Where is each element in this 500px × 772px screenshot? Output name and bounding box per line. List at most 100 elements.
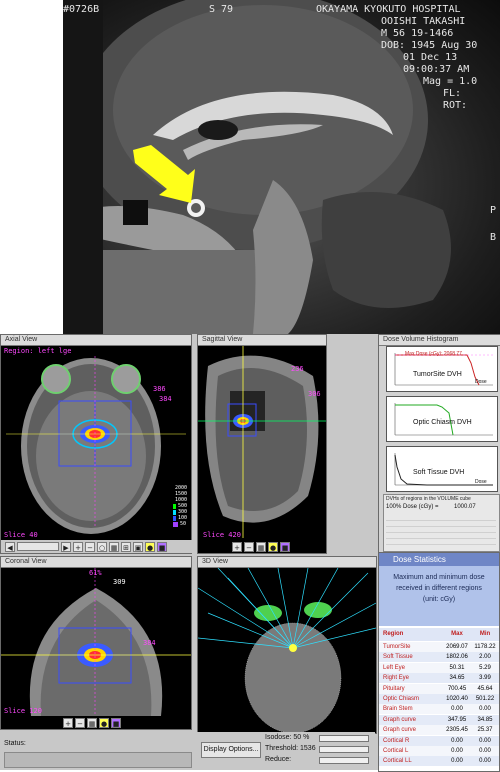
ruler-icon[interactable]: ⊞ xyxy=(121,541,131,552)
table-row: Graph curve 2305.45 25.37 xyxy=(379,725,499,736)
mri-mag: Mag = 1.0 xyxy=(423,76,478,87)
sagittal-view-title: Sagittal View xyxy=(198,335,326,346)
dvh-xlabel: Dose xyxy=(475,479,487,485)
zoom-reset-icon[interactable]: ○ xyxy=(97,541,107,552)
zoom-out-icon[interactable]: − xyxy=(244,541,254,552)
reduce-label: Reduce: xyxy=(265,756,292,763)
table-row: Graph curve 347.95 34.85 xyxy=(379,714,499,725)
square-icon[interactable]: ■ xyxy=(280,541,290,552)
min-cell: 5.29 xyxy=(479,664,491,671)
sagittal-ct-image[interactable] xyxy=(198,346,326,538)
axial-ct-image[interactable] xyxy=(1,346,191,540)
mri-side-b: B xyxy=(490,232,497,243)
mri-id: #0726B xyxy=(63,4,100,15)
zoom-in-icon[interactable]: + xyxy=(232,541,242,552)
axial-num-b: 384 xyxy=(159,395,172,403)
axial-view-pane[interactable]: Axial View Region: left lge 386 384 2000… xyxy=(0,334,195,554)
min-cell: 0.00 xyxy=(479,758,491,765)
slider-right-icon[interactable]: ▶ xyxy=(61,541,71,552)
dvh-panel-title: Dose Volume Histogram xyxy=(379,335,500,346)
region-cell: Left Eye xyxy=(383,664,406,671)
max-cell: 34.65 xyxy=(449,675,465,682)
subtitle-line: Maximum and minimum dose xyxy=(393,574,485,581)
region-cell: Right Eye xyxy=(383,675,410,682)
region-cell: Cortical R xyxy=(383,737,410,744)
dose-statistics-title: Dose Statistics xyxy=(379,553,499,566)
max-cell: 1020.40 xyxy=(446,696,468,702)
table-row: Left Eye 50.31 5.29 xyxy=(379,662,499,673)
dvh-summary-dose: 100% Dose (cGy) = xyxy=(386,504,439,510)
isodose-slider[interactable] xyxy=(319,735,369,742)
3d-view-pane[interactable]: 3D View xyxy=(197,556,377,734)
grid-icon[interactable]: ▦ xyxy=(256,541,266,552)
dose-statistics-subtitle: Maximum and minimum dose received in dif… xyxy=(379,566,499,626)
axial-region-label: Region: left lge xyxy=(4,347,72,355)
slider-left-icon[interactable]: ◀ xyxy=(5,541,15,552)
square-icon[interactable]: ■ xyxy=(111,717,121,728)
min-cell: 0.00 xyxy=(479,706,491,713)
threshold-label: Threshold: 1536 xyxy=(265,745,316,752)
coronal-side-num: 384 xyxy=(143,639,156,647)
mri-dob: DOB: 1945 Aug 30 xyxy=(381,40,478,51)
region-cell: Graph curve xyxy=(383,716,417,723)
min-cell: 1178.22 xyxy=(474,644,496,650)
table-row: Cortical R 0.00 0.00 xyxy=(379,735,499,746)
sagittal-view-pane[interactable]: Sagittal View 236 306 Slice 420 + − ▦ ● … xyxy=(197,334,327,554)
circle-icon[interactable]: ● xyxy=(145,541,155,552)
reduce-slider[interactable] xyxy=(319,757,369,764)
region-cell: Graph curve xyxy=(383,727,417,734)
status-field xyxy=(4,752,192,768)
dvh-summary-value: 1000.07 xyxy=(454,504,476,510)
axial-view-title: Axial View xyxy=(1,335,191,346)
zoom-out-icon[interactable]: − xyxy=(75,717,85,728)
min-cell: 25.37 xyxy=(477,727,493,734)
dose-statistics-panel: Dose Statistics Maximum and minimum dose… xyxy=(378,552,500,772)
max-cell: 347.95 xyxy=(447,716,467,723)
min-cell: 45.64 xyxy=(477,685,493,692)
grid-icon[interactable]: ▦ xyxy=(109,541,119,552)
coronal-ct-image[interactable] xyxy=(1,568,191,716)
mri-patient-info: M 56 19-1466 xyxy=(381,28,454,39)
circle-icon[interactable]: ● xyxy=(268,541,278,552)
square-icon[interactable]: ■ xyxy=(157,541,167,552)
coronal-toolbar: + − ▦ ● ■ xyxy=(59,716,143,729)
status-label: Status: xyxy=(4,740,26,747)
sagittal-bottom-label: Slice 420 xyxy=(203,531,241,539)
mri-rot: ROT: xyxy=(443,100,468,111)
dvh-chart-tumorsite: TumorSite DVH Max Dose (cGy): 2068.77 Do… xyxy=(386,346,498,392)
coronal-view-pane[interactable]: Coronal View 61% 309 384 Slice 120 + − ▦… xyxy=(0,556,192,730)
coronal-small-num: 309 xyxy=(113,578,126,586)
mri-hospital: OKAYAMA KYOKUTO HOSPITAL xyxy=(316,4,461,15)
mri-side-p: P xyxy=(490,205,497,216)
table-row: Soft Tissue 1802.06 2.00 xyxy=(379,652,499,663)
sagittal-num-a: 236 xyxy=(291,365,304,373)
region-cell: Pituitary xyxy=(383,685,405,692)
axial-toolbar: ◀ ▶ + − ○ ▦ ⊞ ▣ ● ■ xyxy=(1,540,195,553)
zoom-in-icon[interactable]: + xyxy=(73,541,83,552)
grid-icon[interactable]: ▦ xyxy=(87,717,97,728)
subtitle-line: (unit: cGy) xyxy=(422,596,456,603)
circle-icon[interactable]: ● xyxy=(99,717,109,728)
table-row: Pituitary 700.45 45.64 xyxy=(379,683,499,694)
max-cell: 1802.06 xyxy=(446,654,468,661)
zoom-out-icon[interactable]: − xyxy=(85,541,95,552)
max-cell: 2069.07 xyxy=(446,644,468,650)
coronal-slice-label: Slice 120 xyxy=(4,707,42,715)
table-row: Right Eye 34.65 3.99 xyxy=(379,673,499,684)
max-cell: 700.45 xyxy=(447,685,467,692)
min-cell: 2.00 xyxy=(479,654,491,661)
min-cell: 0.00 xyxy=(479,737,491,744)
region-cell: Brain Stem xyxy=(383,706,413,713)
display-options-button[interactable]: Display Options... xyxy=(201,742,261,758)
threshold-slider[interactable] xyxy=(319,746,369,753)
isodose-label: Isodose: 50 % xyxy=(265,734,310,741)
3d-render[interactable] xyxy=(198,568,376,733)
slice-slider[interactable] xyxy=(17,542,59,551)
region-cell: TumorSite xyxy=(383,644,411,650)
zoom-in-icon[interactable]: + xyxy=(63,717,73,728)
region-cell: Soft Tissue xyxy=(383,654,413,661)
table-row: Cortical LL 0.00 0.00 xyxy=(379,756,499,767)
fit-icon[interactable]: ▣ xyxy=(133,541,143,552)
mri-date: 01 Dec 13 xyxy=(403,52,458,63)
mri-series: S 79 xyxy=(209,4,234,15)
